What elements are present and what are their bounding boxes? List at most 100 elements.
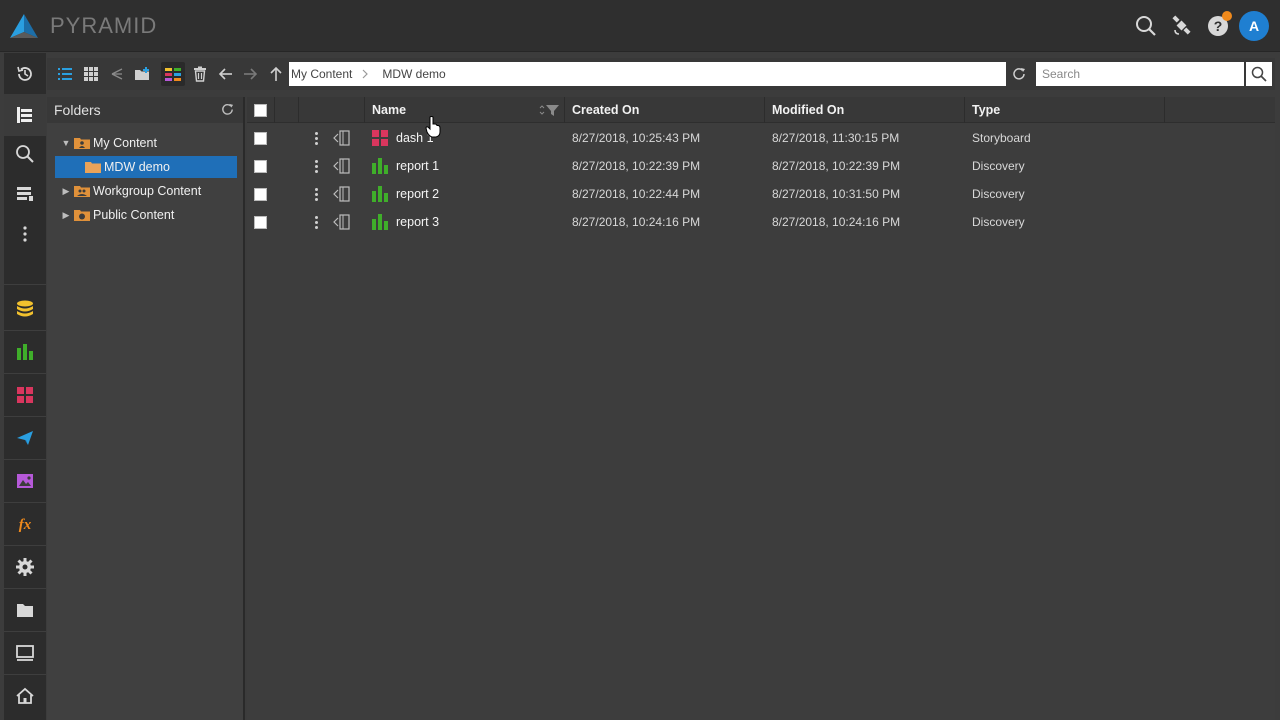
user-avatar[interactable]: A <box>1239 11 1269 41</box>
row-modified: 8/27/2018, 11:30:15 PM <box>772 131 900 145</box>
folder-label: Public Content <box>93 208 175 222</box>
refresh-icon[interactable] <box>220 102 235 117</box>
row-created: 8/27/2018, 10:25:43 PM <box>572 131 701 145</box>
row-open-button[interactable] <box>333 124 351 152</box>
brand-logo[interactable]: PYRAMID <box>8 12 157 40</box>
select-all-checkbox[interactable] <box>254 103 267 117</box>
delete-button[interactable] <box>188 62 212 86</box>
select-all-cell <box>247 97 275 123</box>
table-row[interactable]: report 1 8/27/2018, 10:22:39 PM 8/27/201… <box>247 152 1275 180</box>
search-button[interactable] <box>1246 62 1272 86</box>
caret-down-icon[interactable]: ▼ <box>60 138 72 148</box>
storyboard-icon <box>17 387 33 403</box>
column-header-name[interactable]: Name <box>365 97 565 123</box>
reports-icon <box>17 187 33 201</box>
svg-text:fx: fx <box>19 517 32 533</box>
chevron-right-icon <box>362 69 369 79</box>
settings-icon <box>16 558 34 576</box>
row-open-button[interactable] <box>333 180 351 208</box>
row-modified: 8/27/2018, 10:31:50 PM <box>772 187 901 201</box>
header-search-button[interactable] <box>1132 12 1160 40</box>
rail-presentation[interactable] <box>4 633 46 673</box>
rail-model[interactable] <box>4 289 46 329</box>
rail-illustrate[interactable] <box>4 461 46 501</box>
rail-present[interactable] <box>4 375 46 415</box>
color-tags-button[interactable] <box>161 62 185 86</box>
table-row[interactable]: report 3 8/27/2018, 10:24:16 PM 8/27/201… <box>247 208 1275 236</box>
folder-public-content[interactable]: ▶ Public Content <box>60 204 175 226</box>
database-icon <box>17 300 33 317</box>
column-header-modified[interactable]: Modified On <box>765 97 965 123</box>
content-icon <box>17 107 32 123</box>
sort-filter-icon[interactable] <box>538 103 560 117</box>
folders-title: Folders <box>54 102 101 118</box>
open-item-icon <box>333 214 350 230</box>
svg-text:?: ? <box>1214 18 1223 34</box>
formula-icon: fx <box>19 517 32 533</box>
row-menu-button[interactable] <box>315 124 318 152</box>
list-view-icon <box>58 68 72 80</box>
row-checkbox[interactable] <box>254 187 267 201</box>
row-type: Storyboard <box>972 131 1031 145</box>
top-header: PYRAMID ? A <box>0 0 1280 52</box>
new-folder-button[interactable] <box>131 62 155 86</box>
group-folder-icon <box>74 186 90 197</box>
list-view-button[interactable] <box>53 62 77 86</box>
rail-formulate[interactable]: fx <box>4 504 46 544</box>
folders-header: Folders <box>47 97 243 123</box>
publish-icon <box>17 431 33 445</box>
search-input[interactable] <box>1036 62 1244 86</box>
row-created: 8/27/2018, 10:24:16 PM <box>572 215 701 229</box>
rail-search[interactable] <box>4 134 46 174</box>
folder-icon <box>85 162 101 173</box>
column-header-type[interactable]: Type <box>965 97 1165 123</box>
row-name[interactable]: report 3 <box>396 208 439 236</box>
more-icon <box>23 226 27 242</box>
notification-dot <box>1222 11 1232 21</box>
discovery-icon <box>372 158 388 174</box>
left-nav-rail: fx <box>4 53 46 720</box>
folder-workgroup-content[interactable]: ▶ Workgroup Content <box>60 180 202 202</box>
open-item-icon <box>333 158 350 174</box>
row-open-button[interactable] <box>333 152 351 180</box>
rail-reports[interactable] <box>4 174 46 214</box>
row-checkbox[interactable] <box>254 159 267 173</box>
back-button[interactable] <box>214 62 238 86</box>
row-checkbox[interactable] <box>254 215 267 229</box>
breadcrumb-item[interactable]: My Content <box>289 67 352 81</box>
share-button[interactable] <box>105 62 129 86</box>
share-icon <box>111 68 123 80</box>
grid-view-icon <box>84 67 98 81</box>
row-name[interactable]: report 1 <box>396 152 439 180</box>
caret-right-icon[interactable]: ▶ <box>60 186 72 197</box>
tile-view-button[interactable] <box>79 62 103 86</box>
row-open-button[interactable] <box>333 208 351 236</box>
rail-files[interactable] <box>4 590 46 630</box>
rail-home[interactable] <box>4 676 46 716</box>
forward-button[interactable] <box>238 62 262 86</box>
row-checkbox[interactable] <box>254 131 267 145</box>
presentation-icon <box>16 645 34 661</box>
column-header-created[interactable]: Created On <box>565 97 765 123</box>
table-row[interactable]: dash 1 8/27/2018, 10:25:43 PM 8/27/2018,… <box>247 124 1275 152</box>
rail-content[interactable] <box>4 94 46 136</box>
row-menu-button[interactable] <box>315 180 318 208</box>
search-icon <box>1136 16 1156 36</box>
row-menu-button[interactable] <box>315 152 318 180</box>
rail-more[interactable] <box>4 214 46 254</box>
header-satellite-button[interactable] <box>1168 12 1196 40</box>
rail-recent[interactable] <box>4 54 46 94</box>
rail-publish[interactable] <box>4 418 46 458</box>
table-row[interactable]: report 2 8/27/2018, 10:22:44 PM 8/27/201… <box>247 180 1275 208</box>
rail-discover[interactable] <box>4 332 46 372</box>
up-button[interactable] <box>264 62 288 86</box>
illustrate-icon <box>17 474 33 488</box>
row-name[interactable]: report 2 <box>396 180 439 208</box>
refresh-button[interactable] <box>1008 63 1030 85</box>
rail-settings[interactable] <box>4 547 46 587</box>
folder-mdw-demo[interactable]: MDW demo <box>55 156 237 178</box>
breadcrumb-item[interactable]: MDW demo <box>380 67 445 81</box>
row-menu-button[interactable] <box>315 208 318 236</box>
caret-right-icon[interactable]: ▶ <box>60 210 72 221</box>
folder-my-content[interactable]: ▼ My Content <box>60 132 157 154</box>
